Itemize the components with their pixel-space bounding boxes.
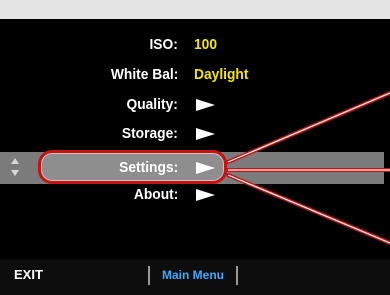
main-menu-softkey[interactable]: Main Menu: [148, 266, 238, 285]
camera-menu-screen: ISO: 100 White Bal: Daylight Quality: St…: [0, 19, 390, 295]
exit-softkey[interactable]: EXIT: [14, 263, 43, 287]
callout-pointer-lines: [226, 91, 390, 245]
